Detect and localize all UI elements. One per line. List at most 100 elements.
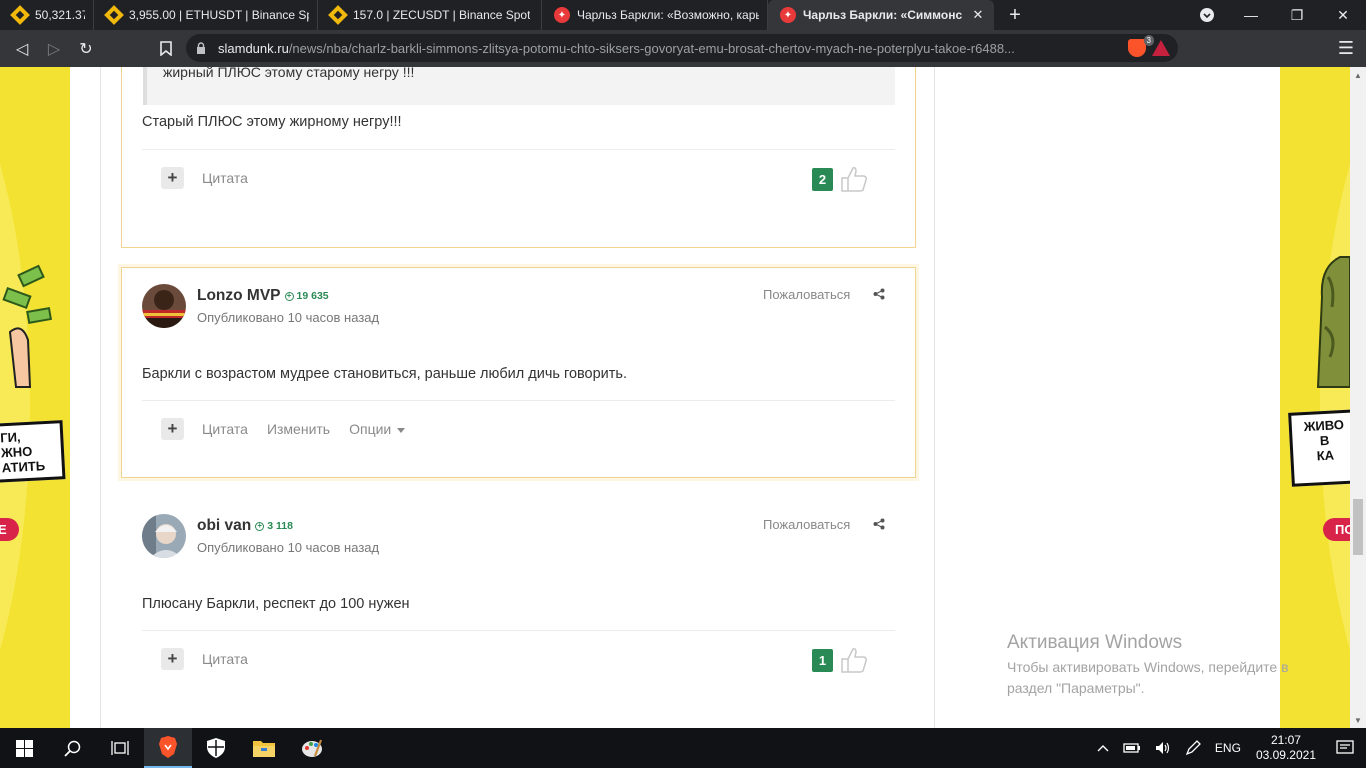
- brave-rewards-icon[interactable]: [1134, 40, 1170, 56]
- author-name[interactable]: Lonzo MVP +19 635: [197, 287, 329, 305]
- like-thumb-icon[interactable]: [839, 646, 869, 674]
- restore-button[interactable]: ❐: [1274, 0, 1320, 30]
- options-dropdown[interactable]: Опции: [349, 421, 406, 437]
- multiquote-button[interactable]: +: [161, 167, 184, 189]
- reputation-points: +19 635: [284, 290, 329, 302]
- ad-left-card: ГИ, ЖНО АТИТЬ: [0, 420, 66, 483]
- comments-column: жирный ПЛЮС этому старому негру !!! Стар…: [100, 67, 935, 728]
- comment-text: Плюсану Баркли, респект до 100 нужен: [142, 596, 410, 612]
- quote-block: жирный ПЛЮС этому старому негру !!!: [143, 67, 895, 105]
- posted-time: Опубликовано 10 часов назад: [197, 540, 380, 555]
- money-hand-illustration: [2, 264, 53, 388]
- caret-down-icon: [397, 427, 406, 433]
- brave-browser-icon[interactable]: [144, 728, 192, 768]
- tab-btcusdt[interactable]: 50,321.37 | BTCUSDT | Binance Spot: [0, 0, 94, 30]
- tab-title: 50,321.37 | BTCUSDT | Binance Spot: [35, 8, 85, 22]
- share-icon[interactable]: [873, 288, 885, 300]
- file-explorer-icon[interactable]: [240, 728, 288, 768]
- divider: [142, 630, 895, 631]
- close-window-button[interactable]: ✕: [1320, 0, 1366, 30]
- address-bar[interactable]: slamdunk.ru/news/nba/charlz-barkli-simmo…: [186, 34, 1178, 62]
- tab-title: Чарльз Баркли: «Возможно, карьера: [577, 8, 759, 22]
- search-icon[interactable]: [48, 728, 96, 768]
- browser-tab-strip: 50,321.37 | BTCUSDT | Binance Spot 3,955…: [0, 0, 1366, 30]
- divider: [142, 400, 895, 401]
- quote-button[interactable]: Цитата: [202, 170, 248, 186]
- binance-icon: [104, 5, 124, 25]
- comment-text: Старый ПЛЮС этому жирному негру!!!: [142, 114, 402, 130]
- clock-time: 21:07: [1270, 733, 1301, 747]
- browser-toolbar: ◁ ▷ ↻ slamdunk.ru/news/nba/charlz-barkli…: [0, 30, 1366, 67]
- scroll-up-arrow-icon[interactable]: ▲: [1350, 67, 1366, 83]
- task-view-icon[interactable]: [96, 728, 144, 768]
- clock-date: 03.09.2021: [1255, 748, 1316, 762]
- quote-button[interactable]: Цитата: [202, 651, 248, 667]
- share-icon[interactable]: [873, 518, 885, 530]
- multiquote-button[interactable]: +: [161, 418, 184, 440]
- posted-time: Опубликовано 10 часов назад: [197, 310, 380, 325]
- system-tray: ENG 21:07 03.09.2021: [1090, 728, 1366, 768]
- ad-right-card: ЖИВО В КА: [1288, 409, 1350, 487]
- tab-search-icon[interactable]: [1184, 0, 1230, 30]
- forward-button[interactable]: ▷: [38, 33, 70, 65]
- comment-lonzo: Lonzo MVP +19 635 Опубликовано 10 часов н…: [121, 267, 916, 478]
- comment-obi-van: obi van +3 118 Опубликовано 10 часов наза…: [121, 497, 916, 728]
- avatar[interactable]: [142, 514, 186, 558]
- windows-start-icon[interactable]: [0, 728, 48, 768]
- comment-text: Баркли с возрастом мудрее становиться, р…: [142, 366, 627, 382]
- tab-zecusdt[interactable]: 157.0 | ZECUSDT | Binance Spot: [318, 0, 542, 30]
- clock[interactable]: 21:07 03.09.2021: [1248, 733, 1324, 763]
- tab-ethusdt[interactable]: 3,955.00 | ETHUSDT | Binance Spot: [94, 0, 318, 30]
- soldier-illustration: [1316, 256, 1350, 388]
- binance-icon: [10, 5, 30, 25]
- watermark-title: Активация Windows: [1007, 632, 1183, 653]
- comment-prev: жирный ПЛЮС этому старому негру !!! Стар…: [121, 67, 916, 248]
- tab-barkley-1[interactable]: ✦ Чарльз Баркли: «Возможно, карьера: [542, 0, 768, 30]
- url-text[interactable]: slamdunk.ru/news/nba/charlz-barkli-simmo…: [218, 41, 1168, 56]
- battery-icon[interactable]: [1116, 742, 1148, 754]
- windows-taskbar: ENG 21:07 03.09.2021: [0, 728, 1366, 768]
- slamdunk-icon: ✦: [780, 7, 796, 23]
- multiquote-button[interactable]: +: [161, 648, 184, 670]
- tab-title: 157.0 | ZECUSDT | Binance Spot: [353, 8, 531, 22]
- bookmark-icon[interactable]: [150, 33, 182, 65]
- right-sidebar: [935, 67, 1280, 728]
- ad-banner-left[interactable]: ГИ, ЖНО АТИТЬ Е: [0, 67, 70, 728]
- watermark-line1: Чтобы активировать Windows, перейдите в: [1007, 659, 1289, 675]
- avatar[interactable]: [142, 284, 186, 328]
- page-viewport: ГИ, ЖНО АТИТЬ Е жирный ПЛЮС этому старом…: [0, 67, 1350, 728]
- tab-barkley-active[interactable]: ✦ Чарльз Баркли: «Симмонс злится ✕: [768, 0, 994, 30]
- reload-button[interactable]: ↻: [70, 33, 102, 65]
- ad-banner-right[interactable]: ЖИВО В КА ПО: [1280, 67, 1350, 728]
- chevron-up-icon[interactable]: [1090, 744, 1116, 752]
- binance-icon: [328, 5, 348, 25]
- ad-right-button[interactable]: ПО: [1323, 518, 1350, 541]
- reputation-badge: 1: [812, 649, 833, 672]
- tab-title: 3,955.00 | ETHUSDT | Binance Spot: [129, 8, 309, 22]
- report-link[interactable]: Пожаловаться: [763, 517, 850, 532]
- scrollbar-thumb[interactable]: [1353, 499, 1363, 555]
- watermark-line2: раздел "Параметры".: [1007, 680, 1145, 696]
- reputation-badge: 2: [812, 168, 833, 191]
- slamdunk-icon: ✦: [554, 7, 570, 23]
- paint-app-icon[interactable]: [288, 728, 336, 768]
- new-tab-button[interactable]: +: [1000, 0, 1030, 30]
- volume-icon[interactable]: [1148, 741, 1178, 755]
- close-tab-icon[interactable]: ✕: [970, 7, 986, 23]
- language-indicator[interactable]: ENG: [1208, 741, 1248, 755]
- security-shield-icon[interactable]: [192, 728, 240, 768]
- minimize-button[interactable]: —: [1228, 0, 1274, 30]
- back-button[interactable]: ◁: [6, 33, 38, 65]
- pen-icon[interactable]: [1178, 740, 1208, 756]
- tab-title: Чарльз Баркли: «Симмонс злится: [803, 8, 964, 22]
- like-thumb-icon[interactable]: [839, 165, 869, 193]
- scroll-down-arrow-icon[interactable]: ▼: [1350, 712, 1366, 728]
- author-name[interactable]: obi van +3 118: [197, 517, 293, 535]
- page-scrollbar[interactable]: ▲ ▼: [1350, 67, 1366, 728]
- menu-icon[interactable]: ☰: [1336, 38, 1356, 58]
- quote-text: жирный ПЛЮС этому старому негру !!!: [163, 67, 415, 80]
- notifications-icon[interactable]: [1324, 740, 1366, 756]
- edit-button[interactable]: Изменить: [267, 421, 330, 437]
- report-link[interactable]: Пожаловаться: [763, 287, 850, 302]
- quote-button[interactable]: Цитата: [202, 421, 248, 437]
